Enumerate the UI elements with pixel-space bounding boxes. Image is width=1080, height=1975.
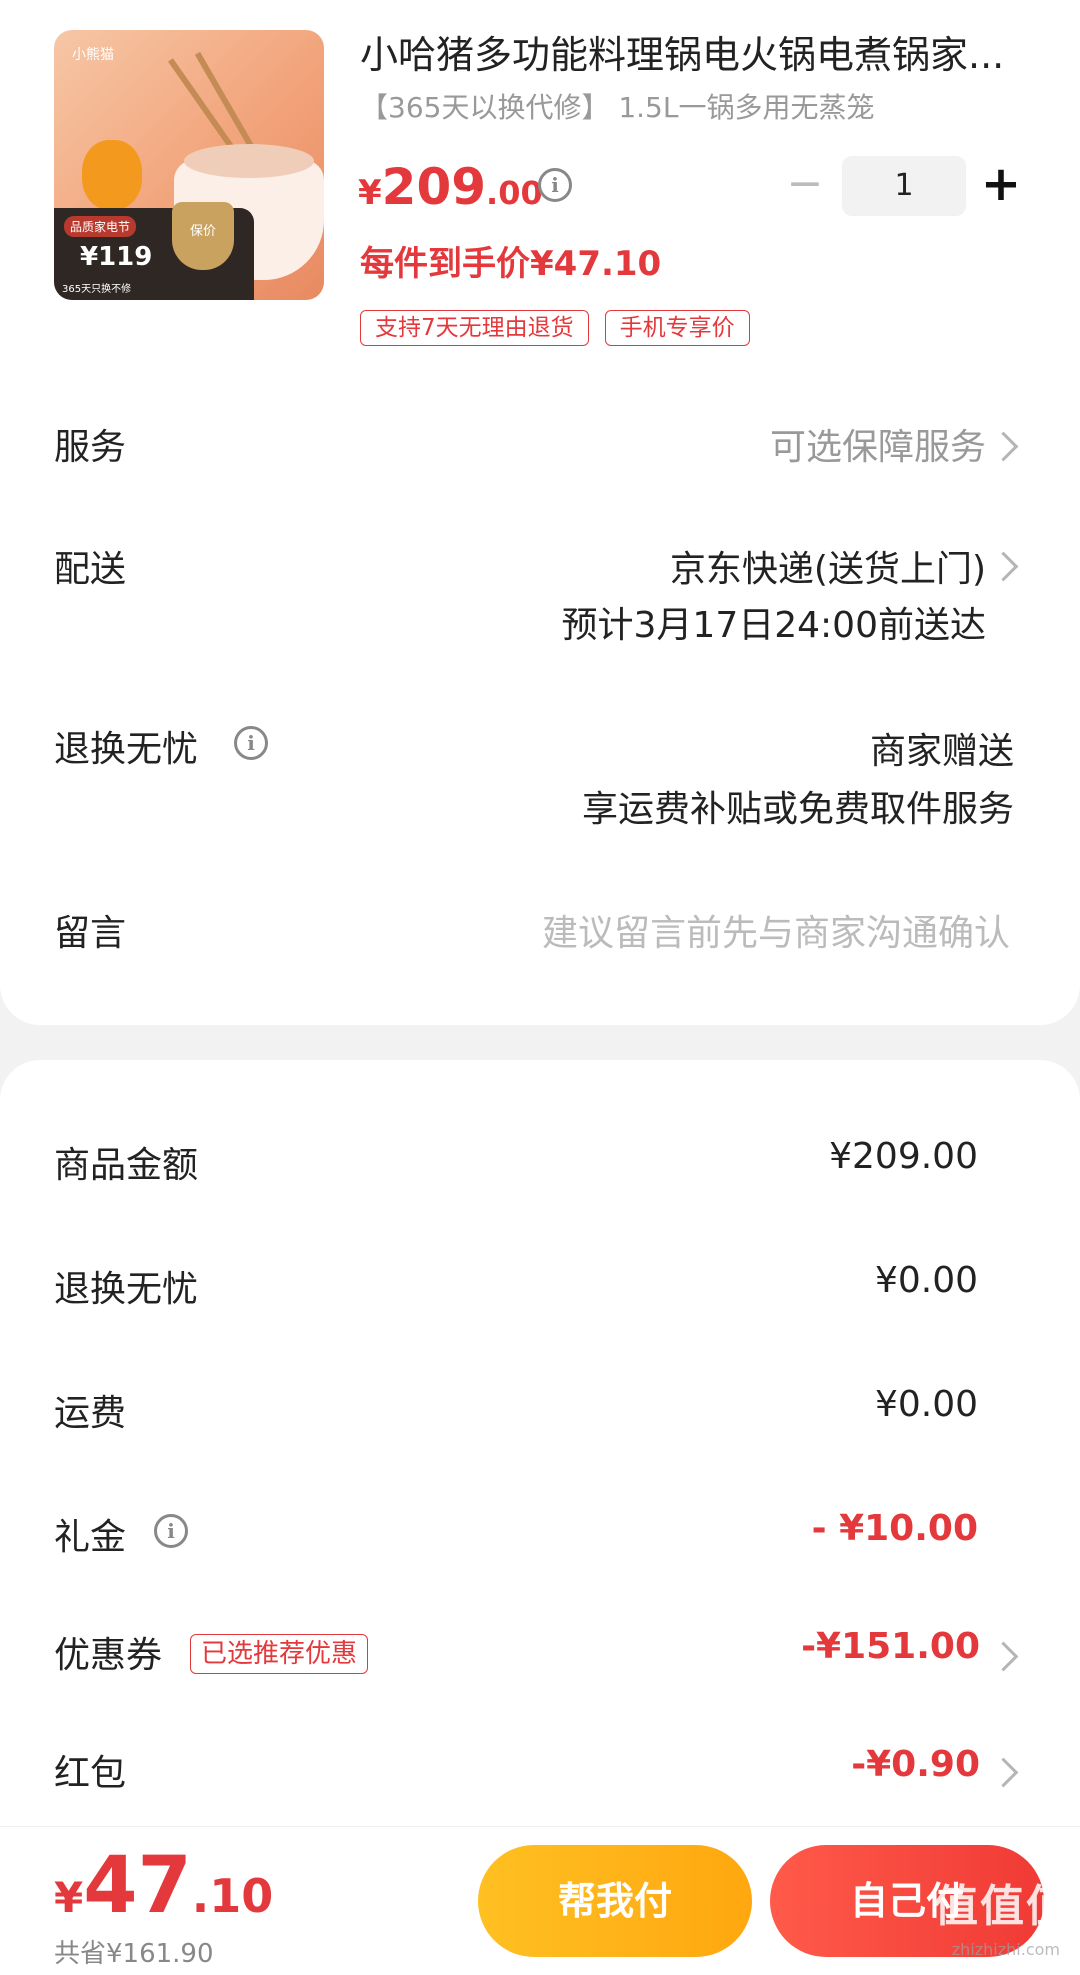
- product-price: ¥209.00: [358, 158, 543, 216]
- total-price: ¥47.10: [54, 1841, 273, 1931]
- redpacket-label: 红包: [54, 1753, 127, 1794]
- checkout-bar: ¥47.10 共省¥161.90 帮我付 自己付: [0, 1826, 1080, 1975]
- gift-value: - ¥10.00: [811, 1508, 978, 1549]
- return-label: 退换无忧: [54, 729, 199, 770]
- product-subtitle: 【365天以换代修】 1.5L一锅多用无蒸笼: [360, 91, 875, 124]
- price-decimal: .00: [486, 174, 543, 212]
- thumb-sub: 365天只换不修: [62, 284, 132, 295]
- return-fee-label: 退换无忧: [54, 1269, 199, 1310]
- price-integer: 209: [381, 158, 487, 216]
- info-icon[interactable]: i: [154, 1514, 188, 1548]
- total-decimal: .10: [191, 1869, 274, 1923]
- service-value[interactable]: 可选保障服务: [770, 418, 986, 470]
- message-input[interactable]: 建议留言前先与商家沟通确认: [542, 904, 1010, 956]
- delivery-value[interactable]: 京东快递(送货上门): [670, 540, 986, 592]
- order-card: 小熊猫 品质家电节 ¥119 365天只换不修 保价 小哈猪多功能料理锅电火锅电…: [0, 0, 1080, 1025]
- coupon-label: 优惠券: [54, 1635, 163, 1676]
- thumb-seal: 保价: [172, 202, 234, 270]
- message-label: 留言: [54, 913, 127, 954]
- delivery-eta: 预计3月17日24:00前送达: [561, 605, 986, 646]
- shipping-value: ¥0.00: [874, 1384, 978, 1425]
- goods-amount-label: 商品金额: [54, 1145, 199, 1186]
- thumb-brand: 小熊猫: [72, 47, 114, 63]
- thumb-price: ¥119: [80, 242, 153, 272]
- thumb-festival: 品质家电节: [64, 216, 137, 237]
- product-tags: 支持7天无理由退货 手机专享价: [360, 310, 750, 346]
- chevron-right-icon[interactable]: [988, 551, 1019, 582]
- delivery-label: 配送: [54, 549, 127, 590]
- info-icon[interactable]: i: [234, 726, 268, 760]
- return-note: 享运费补贴或免费取件服务: [581, 789, 1014, 830]
- goods-amount-value: ¥209.00: [829, 1136, 978, 1177]
- product-thumbnail[interactable]: 小熊猫 品质家电节 ¥119 365天只换不修 保价: [54, 30, 324, 300]
- pepper-graphic: [82, 140, 142, 210]
- thumb-badge: 品质家电节 ¥119 365天只换不修 保价: [54, 202, 254, 300]
- unit-price: 每件到手价¥47.10: [360, 244, 662, 284]
- total-integer: 47: [83, 1841, 192, 1931]
- tag-mobile-price: 手机专享价: [604, 310, 750, 346]
- gift-label: 礼金: [54, 1517, 127, 1558]
- total-currency: ¥: [54, 1873, 84, 1922]
- redpacket-value[interactable]: -¥0.90: [851, 1744, 980, 1785]
- quantity-input[interactable]: 1: [842, 156, 966, 216]
- saved-amount: 共省¥161.90: [54, 1939, 214, 1969]
- coupon-tag: 已选推荐优惠: [190, 1634, 369, 1674]
- watermark-logo: 值值值: [934, 1881, 1072, 1932]
- service-label: 服务: [54, 427, 127, 468]
- shipping-label: 运费: [54, 1393, 127, 1434]
- product-title[interactable]: 小哈猪多功能料理锅电火锅电煮锅家...: [360, 30, 1020, 80]
- watermark-url: zhizhizhi.com: [951, 1940, 1060, 1959]
- return-fee-value: ¥0.00: [874, 1260, 978, 1301]
- info-icon[interactable]: i: [538, 168, 572, 202]
- coupon-value[interactable]: -¥151.00: [801, 1626, 980, 1667]
- price-currency: ¥: [358, 173, 382, 213]
- minus-button[interactable]: −: [780, 156, 830, 216]
- tag-return-policy: 支持7天无理由退货: [360, 310, 589, 346]
- plus-button[interactable]: +: [976, 156, 1026, 216]
- return-value: 商家赠送: [869, 731, 1014, 772]
- chevron-right-icon[interactable]: [988, 431, 1019, 462]
- help-pay-button[interactable]: 帮我付: [478, 1845, 752, 1957]
